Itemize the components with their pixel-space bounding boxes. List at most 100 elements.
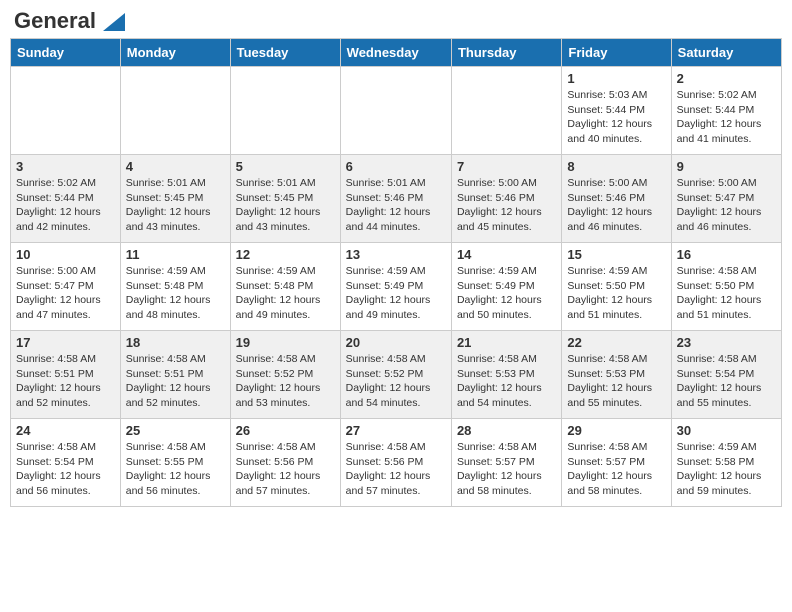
day-number: 28 [457,423,556,438]
day-number: 2 [677,71,776,86]
day-info: Sunrise: 4:58 AM Sunset: 5:50 PM Dayligh… [677,264,776,323]
day-of-week-header: Thursday [451,39,561,67]
day-number: 15 [567,247,665,262]
day-info: Sunrise: 5:01 AM Sunset: 5:46 PM Dayligh… [346,176,446,235]
day-number: 20 [346,335,446,350]
day-info: Sunrise: 4:58 AM Sunset: 5:56 PM Dayligh… [236,440,335,499]
calendar-cell: 26 Sunrise: 4:58 AM Sunset: 5:56 PM Dayli… [230,419,340,507]
calendar-cell: 5Sunrise: 5:01 AM Sunset: 5:45 PM Daylig… [230,155,340,243]
calendar-cell: 17 Sunrise: 4:58 AM Sunset: 5:51 PM Dayli… [11,331,121,419]
calendar-cell: 10 Sunrise: 5:00 AM Sunset: 5:47 PM Dayli… [11,243,121,331]
calendar-cell: 21 Sunrise: 4:58 AM Sunset: 5:53 PM Dayli… [451,331,561,419]
calendar-cell: 18 Sunrise: 4:58 AM Sunset: 5:51 PM Dayli… [120,331,230,419]
day-of-week-header: Monday [120,39,230,67]
day-number: 7 [457,159,556,174]
day-of-week-header: Friday [562,39,671,67]
day-info: Sunrise: 5:02 AM Sunset: 5:44 PM Dayligh… [677,88,776,147]
day-number: 14 [457,247,556,262]
calendar-week-row: 17 Sunrise: 4:58 AM Sunset: 5:51 PM Dayli… [11,331,782,419]
calendar-cell [120,67,230,155]
day-number: 1 [567,71,665,86]
day-number: 9 [677,159,776,174]
day-info: Sunrise: 4:58 AM Sunset: 5:57 PM Dayligh… [457,440,556,499]
day-number: 16 [677,247,776,262]
calendar-cell: 23 Sunrise: 4:58 AM Sunset: 5:54 PM Dayli… [671,331,781,419]
day-number: 3 [16,159,115,174]
calendar-cell: 11 Sunrise: 4:59 AM Sunset: 5:48 PM Dayli… [120,243,230,331]
day-number: 27 [346,423,446,438]
calendar-week-row: 1 Sunrise: 5:03 AM Sunset: 5:44 PM Daylig… [11,67,782,155]
day-number: 18 [126,335,225,350]
day-number: 13 [346,247,446,262]
calendar-cell: 29Sunrise: 4:58 AM Sunset: 5:57 PM Dayli… [562,419,671,507]
logo: General [14,10,125,30]
calendar-cell: 20 Sunrise: 4:58 AM Sunset: 5:52 PM Dayli… [340,331,451,419]
calendar-cell: 14 Sunrise: 4:59 AM Sunset: 5:49 PM Dayli… [451,243,561,331]
day-number: 30 [677,423,776,438]
day-info: Sunrise: 4:59 AM Sunset: 5:48 PM Dayligh… [126,264,225,323]
calendar-cell: 30 Sunrise: 4:59 AM Sunset: 5:58 PM Dayli… [671,419,781,507]
day-number: 8 [567,159,665,174]
day-info: Sunrise: 4:58 AM Sunset: 5:51 PM Dayligh… [16,352,115,411]
day-info: Sunrise: 5:00 AM Sunset: 5:46 PM Dayligh… [567,176,665,235]
day-info: Sunrise: 4:59 AM Sunset: 5:49 PM Dayligh… [457,264,556,323]
calendar-header-row: SundayMondayTuesdayWednesdayThursdayFrid… [11,39,782,67]
calendar-cell: 1 Sunrise: 5:03 AM Sunset: 5:44 PM Daylig… [562,67,671,155]
day-info: Sunrise: 4:58 AM Sunset: 5:57 PM Dayligh… [567,440,665,499]
day-info: Sunrise: 5:01 AM Sunset: 5:45 PM Dayligh… [126,176,225,235]
page-header: General [10,10,782,30]
day-info: Sunrise: 4:58 AM Sunset: 5:56 PM Dayligh… [346,440,446,499]
day-info: Sunrise: 5:03 AM Sunset: 5:44 PM Dayligh… [567,88,665,147]
day-number: 11 [126,247,225,262]
day-info: Sunrise: 4:58 AM Sunset: 5:52 PM Dayligh… [346,352,446,411]
day-info: Sunrise: 4:59 AM Sunset: 5:58 PM Dayligh… [677,440,776,499]
calendar-week-row: 10 Sunrise: 5:00 AM Sunset: 5:47 PM Dayli… [11,243,782,331]
day-number: 6 [346,159,446,174]
day-number: 17 [16,335,115,350]
calendar-cell: 12 Sunrise: 4:59 AM Sunset: 5:48 PM Dayli… [230,243,340,331]
calendar-cell: 7Sunrise: 5:00 AM Sunset: 5:46 PM Daylig… [451,155,561,243]
calendar-cell: 28 Sunrise: 4:58 AM Sunset: 5:57 PM Dayli… [451,419,561,507]
calendar-cell: 6 Sunrise: 5:01 AM Sunset: 5:46 PM Daylig… [340,155,451,243]
day-info: Sunrise: 4:58 AM Sunset: 5:54 PM Dayligh… [16,440,115,499]
day-number: 25 [126,423,225,438]
calendar-cell [451,67,561,155]
calendar-cell [230,67,340,155]
calendar-cell: 19 Sunrise: 4:58 AM Sunset: 5:52 PM Dayli… [230,331,340,419]
day-of-week-header: Saturday [671,39,781,67]
calendar-cell: 16 Sunrise: 4:58 AM Sunset: 5:50 PM Dayli… [671,243,781,331]
calendar-week-row: 24Sunrise: 4:58 AM Sunset: 5:54 PM Dayli… [11,419,782,507]
day-number: 21 [457,335,556,350]
calendar-cell: 15Sunrise: 4:59 AM Sunset: 5:50 PM Dayli… [562,243,671,331]
calendar-cell: 22 Sunrise: 4:58 AM Sunset: 5:53 PM Dayli… [562,331,671,419]
calendar-cell: 9 Sunrise: 5:00 AM Sunset: 5:47 PM Daylig… [671,155,781,243]
day-info: Sunrise: 5:00 AM Sunset: 5:47 PM Dayligh… [677,176,776,235]
day-info: Sunrise: 4:58 AM Sunset: 5:53 PM Dayligh… [457,352,556,411]
day-of-week-header: Wednesday [340,39,451,67]
day-info: Sunrise: 5:02 AM Sunset: 5:44 PM Dayligh… [16,176,115,235]
day-info: Sunrise: 4:58 AM Sunset: 5:51 PM Dayligh… [126,352,225,411]
day-number: 23 [677,335,776,350]
day-info: Sunrise: 4:58 AM Sunset: 5:54 PM Dayligh… [677,352,776,411]
day-info: Sunrise: 4:58 AM Sunset: 5:53 PM Dayligh… [567,352,665,411]
day-number: 22 [567,335,665,350]
calendar-cell: 13 Sunrise: 4:59 AM Sunset: 5:49 PM Dayli… [340,243,451,331]
day-info: Sunrise: 4:58 AM Sunset: 5:52 PM Dayligh… [236,352,335,411]
day-info: Sunrise: 5:00 AM Sunset: 5:47 PM Dayligh… [16,264,115,323]
day-info: Sunrise: 4:58 AM Sunset: 5:55 PM Dayligh… [126,440,225,499]
calendar-cell: 24Sunrise: 4:58 AM Sunset: 5:54 PM Dayli… [11,419,121,507]
day-number: 10 [16,247,115,262]
calendar-cell: 3 Sunrise: 5:02 AM Sunset: 5:44 PM Daylig… [11,155,121,243]
calendar-cell: 27 Sunrise: 4:58 AM Sunset: 5:56 PM Dayli… [340,419,451,507]
day-info: Sunrise: 4:59 AM Sunset: 5:48 PM Dayligh… [236,264,335,323]
logo-icon [103,13,125,31]
day-number: 12 [236,247,335,262]
day-info: Sunrise: 4:59 AM Sunset: 5:49 PM Dayligh… [346,264,446,323]
calendar-cell: 8 Sunrise: 5:00 AM Sunset: 5:46 PM Daylig… [562,155,671,243]
logo-text: General [14,10,125,32]
day-number: 4 [126,159,225,174]
day-number: 26 [236,423,335,438]
day-of-week-header: Sunday [11,39,121,67]
day-info: Sunrise: 5:01 AM Sunset: 5:45 PM Dayligh… [236,176,335,235]
day-number: 19 [236,335,335,350]
